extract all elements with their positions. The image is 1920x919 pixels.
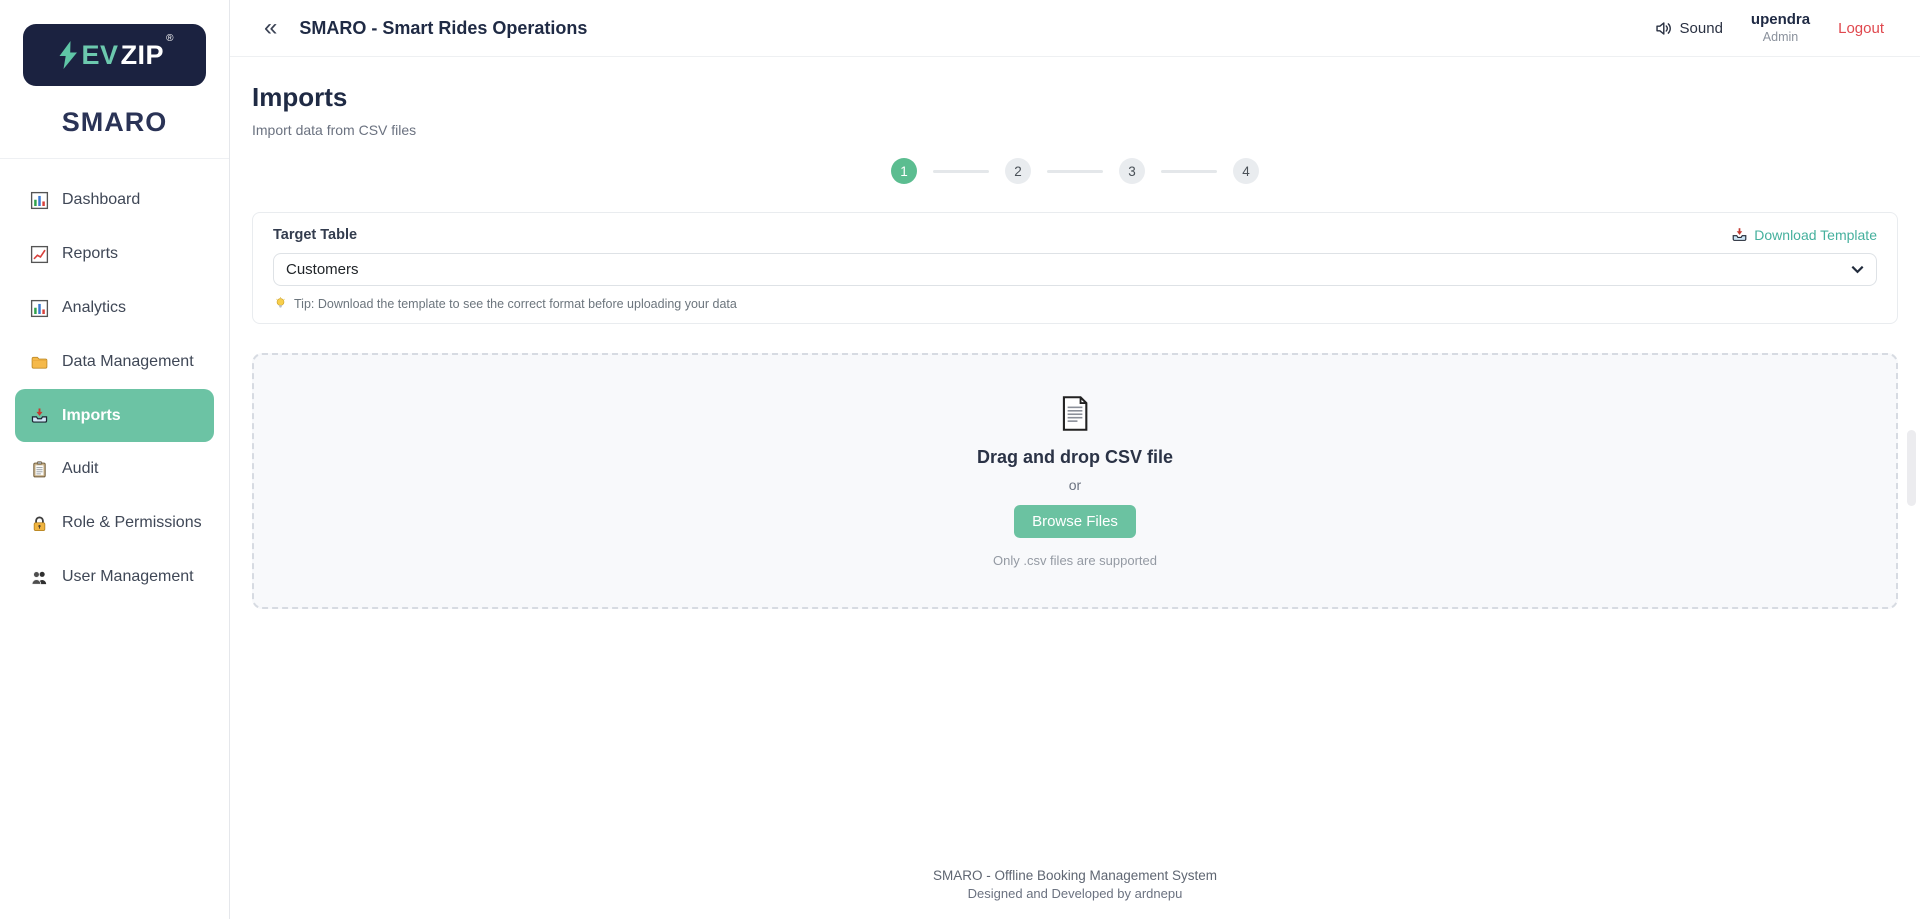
browse-files-button[interactable]: Browse Files	[1014, 505, 1136, 538]
sidebar-item-label: Role & Permissions	[62, 514, 202, 532]
sidebar-item-label: Analytics	[62, 299, 126, 317]
download-tray-icon	[1731, 226, 1748, 243]
step-1: 1	[891, 158, 917, 184]
evzip-logo: EVZIP®	[23, 24, 206, 86]
sidebar-item-user-management[interactable]: User Management	[0, 550, 229, 604]
content: Imports Import data from CSV files 1 2 3…	[230, 57, 1920, 919]
bar-chart-icon	[30, 299, 49, 318]
sidebar-item-analytics[interactable]: Analytics	[0, 281, 229, 335]
dropzone-hint: Only .csv files are supported	[993, 553, 1157, 568]
sidebar-collapse-button[interactable]: «	[260, 16, 281, 40]
dropzone-title: Drag and drop CSV file	[977, 447, 1173, 468]
page-head: Imports Import data from CSV files	[252, 82, 1898, 138]
step-connector	[933, 170, 989, 173]
page-subtitle: Import data from CSV files	[252, 122, 1898, 138]
users-icon	[30, 568, 49, 587]
bar-chart-icon	[30, 191, 49, 210]
download-template-link[interactable]: Download Template	[1731, 226, 1877, 243]
sidebar-item-role-permissions[interactable]: Role & Permissions	[0, 496, 229, 550]
step-4: 4	[1233, 158, 1259, 184]
sidebar: EVZIP® SMARO Dashboard Reports	[0, 0, 230, 919]
import-stepper: 1 2 3 4	[252, 158, 1898, 184]
csv-dropzone[interactable]: Drag and drop CSV file or Browse Files O…	[252, 353, 1898, 609]
sidebar-divider	[0, 158, 229, 159]
sidebar-item-dashboard[interactable]: Dashboard	[0, 173, 229, 227]
footer: SMARO - Offline Booking Management Syste…	[252, 853, 1898, 919]
footer-line-1: SMARO - Offline Booking Management Syste…	[252, 866, 1898, 886]
sidebar-item-imports[interactable]: Imports	[15, 389, 214, 442]
main-area: « SMARO - Smart Rides Operations Sound u…	[230, 0, 1920, 919]
sound-label: Sound	[1680, 20, 1723, 37]
sidebar-nav: Dashboard Reports Analytics	[0, 173, 229, 604]
tip-text: Tip: Download the template to see the co…	[294, 297, 737, 311]
target-table-select-wrap: Customers	[273, 253, 1877, 286]
sidebar-item-label: Reports	[62, 245, 118, 263]
tip-row: Tip: Download the template to see the co…	[273, 296, 1877, 311]
target-table-label: Target Table	[273, 227, 357, 243]
step-2: 2	[1005, 158, 1031, 184]
lightning-bolt-icon	[56, 40, 80, 70]
sidebar-item-label: Data Management	[62, 353, 194, 371]
line-chart-icon	[30, 245, 49, 264]
app-name: SMARO	[0, 107, 229, 138]
logo-registered-mark: ®	[166, 33, 173, 44]
speaker-icon	[1654, 19, 1673, 38]
download-template-label: Download Template	[1754, 227, 1877, 243]
target-table-select[interactable]: Customers	[273, 253, 1877, 286]
sidebar-item-audit[interactable]: Audit	[0, 442, 229, 496]
scrollbar-thumb[interactable]	[1907, 430, 1916, 506]
dropzone-or-label: or	[1069, 477, 1081, 493]
topbar: « SMARO - Smart Rides Operations Sound u…	[230, 0, 1920, 57]
inbox-tray-icon	[30, 406, 49, 425]
step-connector	[1161, 170, 1217, 173]
step-3: 3	[1119, 158, 1145, 184]
document-icon	[1059, 395, 1091, 432]
footer-line-2: Designed and Developed by ardnepu	[252, 885, 1898, 904]
lightbulb-icon	[273, 296, 288, 311]
sound-toggle[interactable]: Sound	[1654, 19, 1723, 38]
sidebar-item-label: Imports	[62, 407, 121, 425]
sidebar-item-label: Dashboard	[62, 191, 140, 209]
topbar-title: SMARO - Smart Rides Operations	[299, 18, 587, 39]
logout-button[interactable]: Logout	[1838, 20, 1884, 37]
sidebar-item-reports[interactable]: Reports	[0, 227, 229, 281]
user-name: upendra	[1751, 11, 1810, 30]
lock-icon	[30, 514, 49, 533]
clipboard-icon	[30, 460, 49, 479]
user-role: Admin	[1763, 30, 1798, 46]
app-window: EVZIP® SMARO Dashboard Reports	[0, 0, 1920, 919]
folder-icon	[30, 353, 49, 372]
target-table-card: Target Table Download Template Customers	[252, 212, 1898, 324]
page-title: Imports	[252, 82, 1898, 113]
topbar-right: Sound upendra Admin Logout	[1654, 11, 1884, 45]
sidebar-item-data-management[interactable]: Data Management	[0, 335, 229, 389]
user-info: upendra Admin	[1751, 11, 1810, 45]
logo-text-ev: EV	[82, 40, 119, 71]
sidebar-item-label: Audit	[62, 460, 98, 478]
step-connector	[1047, 170, 1103, 173]
sidebar-item-label: User Management	[62, 568, 194, 586]
logo-text-zip: ZIP	[121, 40, 165, 71]
target-table-header-row: Target Table Download Template	[273, 226, 1877, 243]
